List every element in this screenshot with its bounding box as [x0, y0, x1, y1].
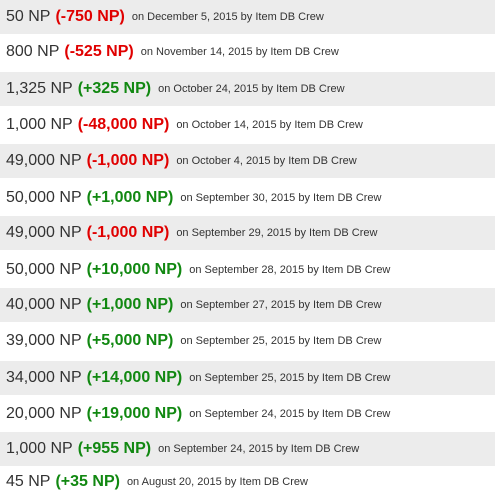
price-increase: (+1,000 NP) — [86, 189, 174, 206]
price-history-row: 50 NP (-750 NP) on December 5, 2015 by Ite… — [0, 0, 495, 34]
price-increase: (+955 NP) — [77, 440, 152, 457]
price-value: 1,000 NP — [6, 116, 73, 133]
price-update-meta: on September 27, 2015 by Item DB Crew — [180, 299, 382, 311]
price-value: 49,000 NP — [6, 224, 82, 241]
price-increase: (+1,000 NP) — [86, 296, 174, 313]
price-history-row: 20,000 NP (+19,000 NP) on September 24, 20… — [0, 397, 495, 431]
price-history-row: 50,000 NP (+10,000 NP) on September 28, 20… — [0, 253, 495, 287]
price-increase: (+5,000 NP) — [86, 332, 174, 349]
price-history-row: 49,000 NP (-1,000 NP) on September 29, 201… — [0, 216, 495, 250]
price-value: 800 NP — [6, 43, 60, 60]
price-increase: (+35 NP) — [55, 472, 120, 490]
price-increase: (+325 NP) — [77, 80, 152, 97]
price-history-row: 50,000 NP (+1,000 NP) on September 30, 201… — [0, 181, 495, 215]
price-value: 40,000 NP — [6, 296, 82, 313]
price-history-row: 1,000 NP (+955 NP) on September 24, 2015 b… — [0, 432, 495, 466]
price-decrease: (-1,000 NP) — [86, 152, 170, 169]
price-value: 50,000 NP — [6, 261, 82, 278]
price-value: 49,000 NP — [6, 152, 82, 169]
price-update-meta: on September 24, 2015 by Item DB Crew — [189, 408, 391, 420]
price-value: 34,000 NP — [6, 369, 82, 386]
price-value: 50,000 NP — [6, 189, 82, 206]
price-decrease: (-750 NP) — [55, 8, 125, 25]
price-update-meta: on August 20, 2015 by Item DB Crew — [126, 475, 308, 488]
price-history-row: 34,000 NP (+14,000 NP) on September 25, 20… — [0, 361, 495, 395]
price-update-meta: on September 30, 2015 by Item DB Crew — [180, 192, 382, 204]
price-history-list: 50 NP (-750 NP) on December 5, 2015 by Ite… — [0, 0, 495, 495]
price-update-meta: on October 4, 2015 by Item DB Crew — [176, 155, 357, 167]
price-history-row: 1,325 NP (+325 NP) on October 24, 2015 by … — [0, 72, 495, 106]
price-history-row: 800 NP (-525 NP) on November 14, 2015 by I… — [0, 35, 495, 69]
price-value: 20,000 NP — [6, 405, 82, 422]
price-update-meta: on September 25, 2015 by Item DB Crew — [189, 372, 391, 384]
price-value: 45 NP — [6, 472, 51, 490]
price-update-meta: on November 14, 2015 by Item DB Crew — [140, 46, 339, 58]
price-increase: (+19,000 NP) — [86, 405, 183, 422]
price-decrease: (-525 NP) — [64, 43, 134, 60]
price-update-meta: on September 25, 2015 by Item DB Crew — [180, 335, 382, 347]
price-history-row: 40,000 NP (+1,000 NP) on September 27, 201… — [0, 288, 495, 322]
price-value: 50 NP — [6, 8, 51, 25]
price-decrease: (-48,000 NP) — [77, 116, 170, 133]
price-update-meta: on September 24, 2015 by Item DB Crew — [158, 443, 360, 455]
price-history-row: 45 NP (+35 NP) on August 20, 2015 by Item … — [0, 468, 495, 495]
price-value: 1,325 NP — [6, 80, 73, 97]
price-update-meta: on October 14, 2015 by Item DB Crew — [176, 119, 363, 131]
price-history-row: 39,000 NP (+5,000 NP) on September 25, 201… — [0, 324, 495, 358]
price-history-row: 1,000 NP (-48,000 NP) on October 14, 2015 … — [0, 108, 495, 142]
price-value: 1,000 NP — [6, 440, 73, 457]
price-update-meta: on September 28, 2015 by Item DB Crew — [189, 264, 391, 276]
price-increase: (+10,000 NP) — [86, 261, 183, 278]
price-increase: (+14,000 NP) — [86, 369, 183, 386]
price-update-meta: on October 24, 2015 by Item DB Crew — [158, 83, 345, 95]
price-history-row: 49,000 NP (-1,000 NP) on October 4, 2015 b… — [0, 144, 495, 178]
price-value: 39,000 NP — [6, 332, 82, 349]
price-decrease: (-1,000 NP) — [86, 224, 170, 241]
price-update-meta: on September 29, 2015 by Item DB Crew — [176, 227, 378, 239]
price-update-meta: on December 5, 2015 by Item DB Crew — [131, 11, 324, 23]
